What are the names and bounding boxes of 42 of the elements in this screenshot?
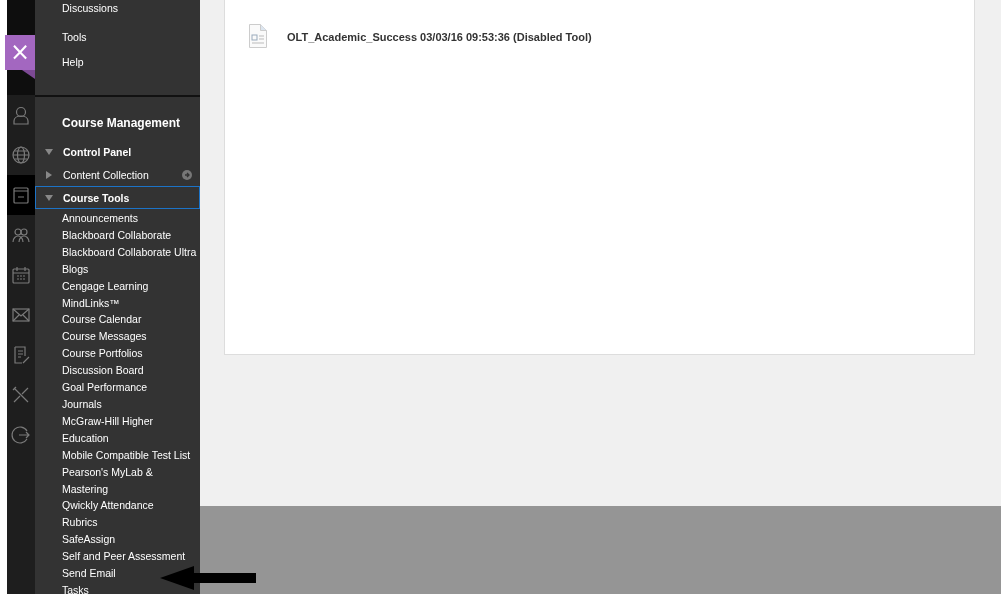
collapsed-triangle-icon[interactable] xyxy=(45,170,53,179)
person-icon[interactable] xyxy=(11,105,31,125)
menu-section[interactable]: Content Collection xyxy=(35,163,200,186)
menu-heading: Course Management xyxy=(62,116,182,130)
notes-icon[interactable] xyxy=(11,345,31,365)
globe-icon[interactable] xyxy=(11,145,31,165)
menu-item[interactable]: Announcements xyxy=(62,210,138,227)
expanded-triangle-icon[interactable] xyxy=(45,147,53,156)
course-icon[interactable] xyxy=(11,185,31,205)
menu-item[interactable]: Goal Performance xyxy=(62,379,148,396)
menu-item[interactable]: Self and Peer Assessment xyxy=(62,548,186,566)
menu-item[interactable]: Blackboard Collaborate Ultra xyxy=(62,243,197,261)
menu-item[interactable]: Course Messages xyxy=(62,328,147,346)
menu-item[interactable]: Discussion Board xyxy=(62,362,144,380)
mail-icon[interactable] xyxy=(11,305,31,325)
menu-item[interactable]: Blackboard Collaborate xyxy=(62,226,172,244)
menu-item[interactable]: McGraw-Hill Higher Education xyxy=(62,412,153,447)
menu-link[interactable]: Discussions xyxy=(62,2,200,14)
document-icon xyxy=(249,24,267,48)
menu-item[interactable]: Send Email xyxy=(62,565,116,582)
calendar-icon[interactable] xyxy=(11,265,31,285)
menu-item[interactable]: Course Calendar xyxy=(62,311,142,329)
logout-icon[interactable] xyxy=(11,425,31,445)
menu-item[interactable]: Tasks xyxy=(62,581,89,594)
menu-item[interactable]: Mobile Compatible Test List xyxy=(62,446,191,464)
menu-item[interactable]: Qwickly Attendance xyxy=(62,497,154,515)
menu-item[interactable]: Course Portfolios xyxy=(62,345,143,363)
menu-link[interactable]: Help xyxy=(62,56,200,68)
menu-link[interactable]: Tools xyxy=(62,31,200,43)
menu-item[interactable]: Journals xyxy=(62,395,102,413)
menu-item[interactable]: Blogs xyxy=(62,260,89,278)
arrow-circle-icon[interactable] xyxy=(182,170,192,180)
menu-item[interactable]: Pearson's MyLab & Mastering xyxy=(62,463,153,498)
close-button[interactable]: × xyxy=(5,35,35,70)
menu-section[interactable]: Control Panel xyxy=(35,140,200,163)
people-icon[interactable] xyxy=(11,225,31,245)
menu-item[interactable]: Rubrics xyxy=(62,514,98,532)
menu-item[interactable]: SafeAssign xyxy=(62,531,116,549)
menu-item[interactable]: Cengage Learning MindLinks™ xyxy=(62,277,149,312)
file-name: OLT_Academic_Success 03/03/16 09:53:36 (Disabled Tool) xyxy=(287,31,592,45)
expanded-triangle-icon[interactable] xyxy=(45,193,53,202)
menu-section[interactable]: Course Tools xyxy=(35,186,200,209)
